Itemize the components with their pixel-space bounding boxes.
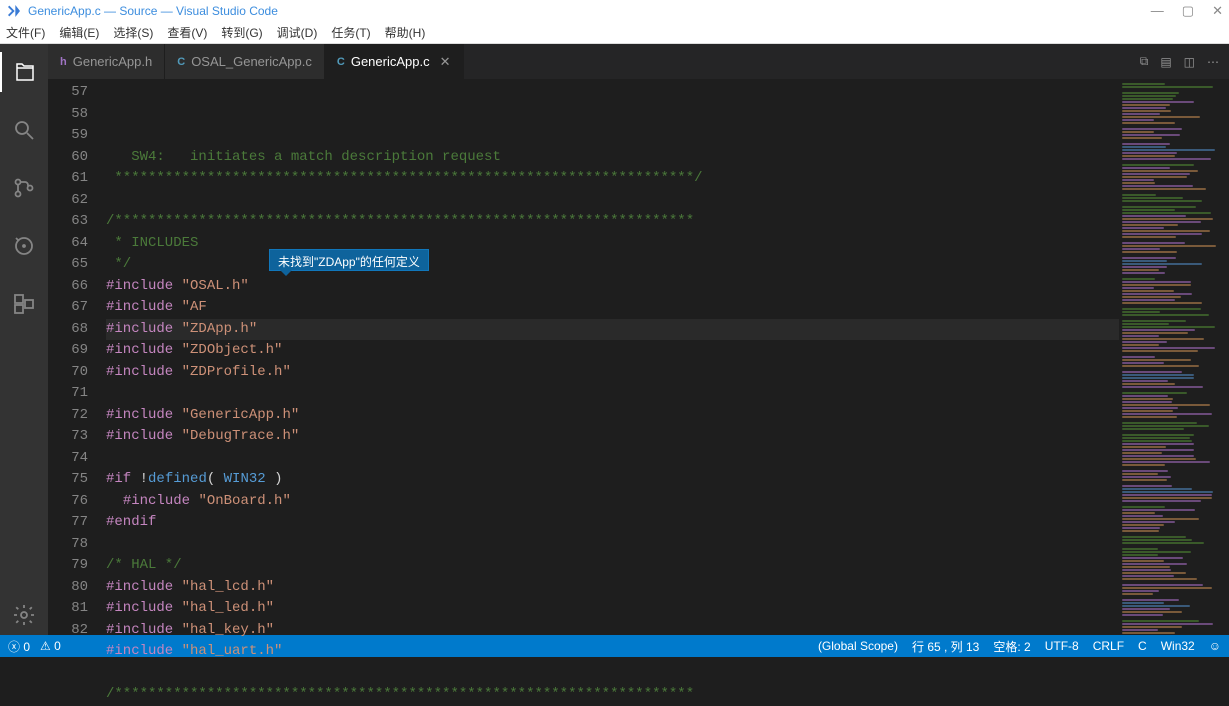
code-line[interactable]: /* HAL */ [106, 555, 1119, 577]
tab-label: OSAL_GenericApp.c [191, 54, 312, 69]
code-line[interactable]: */ [106, 254, 1119, 276]
line-number: 61 [48, 168, 88, 190]
line-number: 75 [48, 469, 88, 491]
status-config[interactable]: Win32 [1161, 639, 1195, 653]
line-number: 69 [48, 340, 88, 362]
code-line[interactable]: /***************************************… [106, 211, 1119, 233]
menu-tasks[interactable]: 任务(T) [331, 24, 370, 41]
line-number: 57 [48, 82, 88, 104]
explorer-icon[interactable] [0, 52, 48, 92]
line-number: 60 [48, 147, 88, 169]
code-line[interactable] [106, 190, 1119, 212]
error-tooltip: 未找到"ZDApp"的任何定义 [269, 249, 429, 271]
menu-goto[interactable]: 转到(G) [221, 24, 262, 41]
code-line[interactable]: #include "ZDApp.h" [106, 319, 1119, 341]
close-button[interactable]: ✕ [1212, 3, 1223, 19]
code-line[interactable] [106, 383, 1119, 405]
code-line[interactable] [106, 448, 1119, 470]
minimap[interactable] [1119, 79, 1229, 635]
line-number: 79 [48, 555, 88, 577]
split-editor-icon[interactable]: ◫ [1184, 55, 1195, 69]
line-number: 68 [48, 319, 88, 341]
editor-tab[interactable]: C GenericApp.c ✕ [325, 44, 464, 79]
code-line[interactable]: #include "DebugTrace.h" [106, 426, 1119, 448]
file-type-icon: C [337, 56, 345, 68]
tab-close-icon[interactable]: ✕ [440, 54, 451, 70]
menubar: 文件(F) 编辑(E) 选择(S) 查看(V) 转到(G) 调试(D) 任务(T… [0, 22, 1229, 44]
vscode-logo-icon [6, 3, 22, 19]
line-number: 72 [48, 405, 88, 427]
code-line[interactable]: #endif [106, 512, 1119, 534]
editor-tab[interactable]: C OSAL_GenericApp.c [165, 44, 325, 79]
line-gutter: 5758596061626364656667686970717273747576… [48, 79, 106, 635]
window-titlebar: GenericApp.c — Source — Visual Studio Co… [0, 0, 1229, 22]
line-number: 71 [48, 383, 88, 405]
line-number: 70 [48, 362, 88, 384]
menu-selection[interactable]: 选择(S) [113, 24, 153, 41]
code-line[interactable]: #include "hal_uart.h" [106, 641, 1119, 663]
menu-view[interactable]: 查看(V) [167, 24, 207, 41]
source-control-icon[interactable] [0, 168, 48, 208]
code-line[interactable]: #include "GenericApp.h" [106, 405, 1119, 427]
line-number: 62 [48, 190, 88, 212]
menu-help[interactable]: 帮助(H) [385, 24, 426, 41]
code-line[interactable]: #include "hal_lcd.h" [106, 577, 1119, 599]
tab-label: GenericApp.c [351, 54, 430, 69]
line-number: 80 [48, 577, 88, 599]
status-errors[interactable]: ⓧ 0 [8, 638, 30, 655]
line-number: 59 [48, 125, 88, 147]
activity-bar [0, 44, 48, 635]
editor-body[interactable]: 5758596061626364656667686970717273747576… [48, 79, 1229, 635]
file-type-icon: h [60, 56, 67, 68]
code-line[interactable]: #include "AF [106, 297, 1119, 319]
debug-icon[interactable] [0, 226, 48, 266]
line-number: 58 [48, 104, 88, 126]
window-title: GenericApp.c — Source — Visual Studio Co… [28, 4, 1151, 18]
editor-tabbar: h GenericApp.h C OSAL_GenericApp.c C GenericA… [48, 44, 1229, 79]
status-language[interactable]: C [1138, 639, 1147, 653]
line-number: 66 [48, 276, 88, 298]
open-preview-icon[interactable]: ▤ [1160, 55, 1171, 69]
code-line[interactable] [106, 534, 1119, 556]
minimize-button[interactable]: ― [1151, 3, 1164, 19]
line-number: 67 [48, 297, 88, 319]
code-line[interactable]: ****************************************… [106, 168, 1119, 190]
code-line[interactable]: #include "OSAL.h" [106, 276, 1119, 298]
code-line[interactable]: #include "ZDProfile.h" [106, 362, 1119, 384]
compare-changes-icon[interactable]: ⧉ [1140, 54, 1149, 69]
code-line[interactable]: #include "hal_led.h" [106, 598, 1119, 620]
line-number: 63 [48, 211, 88, 233]
settings-gear-icon[interactable] [0, 595, 48, 635]
status-warnings[interactable]: ⚠ 0 [40, 639, 61, 653]
code-line[interactable]: #include "hal_key.h" [106, 620, 1119, 642]
line-number: 73 [48, 426, 88, 448]
maximize-button[interactable]: ▢ [1182, 3, 1194, 19]
menu-file[interactable]: 文件(F) [6, 24, 45, 41]
code-line[interactable]: SW4: initiates a match description reque… [106, 147, 1119, 169]
code-line[interactable]: * INCLUDES [106, 233, 1119, 255]
search-icon[interactable] [0, 110, 48, 150]
line-number: 77 [48, 512, 88, 534]
line-number: 76 [48, 491, 88, 513]
line-number: 82 [48, 620, 88, 642]
menu-debug[interactable]: 调试(D) [277, 24, 318, 41]
code-line[interactable] [106, 663, 1119, 685]
tab-label: GenericApp.h [73, 54, 153, 69]
line-number: 65 [48, 254, 88, 276]
code-line[interactable]: #include "OnBoard.h" [106, 491, 1119, 513]
code-area[interactable]: 未找到"ZDApp"的任何定义 SW4: initiates a match d… [106, 79, 1119, 635]
line-number: 74 [48, 448, 88, 470]
editor-tab[interactable]: h GenericApp.h [48, 44, 165, 79]
line-number: 81 [48, 598, 88, 620]
more-actions-icon[interactable]: ⋯ [1207, 55, 1219, 69]
menu-edit[interactable]: 编辑(E) [59, 24, 99, 41]
extensions-icon[interactable] [0, 284, 48, 324]
file-type-icon: C [177, 56, 185, 68]
code-line[interactable]: #include "ZDObject.h" [106, 340, 1119, 362]
line-number: 78 [48, 534, 88, 556]
status-feedback-icon[interactable]: ☺ [1209, 639, 1221, 653]
code-line[interactable]: /***************************************… [106, 684, 1119, 706]
line-number: 64 [48, 233, 88, 255]
code-line[interactable]: #if !defined( WIN32 ) [106, 469, 1119, 491]
